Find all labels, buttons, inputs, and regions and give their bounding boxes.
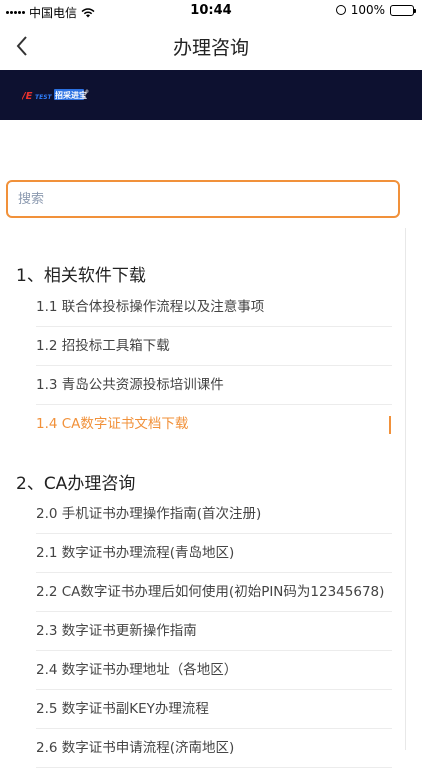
- list-item-active[interactable]: 1.4 CA数字证书文档下载: [36, 405, 392, 444]
- list-item[interactable]: 1.1 联合体投标操作流程以及注意事项: [36, 288, 392, 327]
- page-title: 办理咨询: [172, 37, 249, 59]
- battery-icon: [390, 4, 416, 16]
- divider: [405, 228, 406, 750]
- section-title-ca: 2、CA办理咨询: [16, 474, 136, 494]
- active-indicator: [389, 416, 391, 434]
- battery-percent: 100%: [350, 3, 385, 17]
- list-item[interactable]: 2.2 CA数字证书办理后如何使用(初始PIN码为12345678): [36, 573, 392, 612]
- search-input[interactable]: [8, 182, 398, 216]
- svg-text:TEST: TEST: [35, 94, 53, 101]
- orientation-lock-icon: [335, 5, 346, 15]
- svg-text:/E: /E: [22, 91, 33, 102]
- list-item[interactable]: 2.0 手机证书办理操作指南(首次注册): [36, 495, 392, 534]
- list-item[interactable]: 2.4 数字证书办理地址（各地区）: [36, 651, 392, 690]
- banner: /E TEST 招采进宝 ®: [0, 70, 422, 120]
- section-title-software: 1、相关软件下载: [16, 266, 146, 286]
- list-item[interactable]: 1.3 青岛公共资源投标培训课件: [36, 366, 392, 405]
- svg-text:招采进宝: 招采进宝: [55, 90, 87, 100]
- list-item[interactable]: 2.6 数字证书申请流程(济南地区): [36, 729, 392, 768]
- list-item[interactable]: 2.1 数字证书办理流程(青岛地区): [36, 534, 392, 573]
- status-bar: 中国电信 10:44 100%: [0, 0, 422, 22]
- nav-bar: 办理咨询: [0, 22, 422, 70]
- itest-logo: /E TEST 招采进宝 ®: [22, 89, 89, 102]
- search-box[interactable]: [6, 180, 400, 218]
- list-item[interactable]: 2.3 数字证书更新操作指南: [36, 612, 392, 651]
- status-right: 100%: [335, 3, 416, 17]
- svg-text:®: ®: [85, 89, 89, 94]
- list-item[interactable]: 2.5 数字证书副KEY办理流程: [36, 690, 392, 729]
- list-item[interactable]: 1.2 招投标工具箱下载: [36, 327, 392, 366]
